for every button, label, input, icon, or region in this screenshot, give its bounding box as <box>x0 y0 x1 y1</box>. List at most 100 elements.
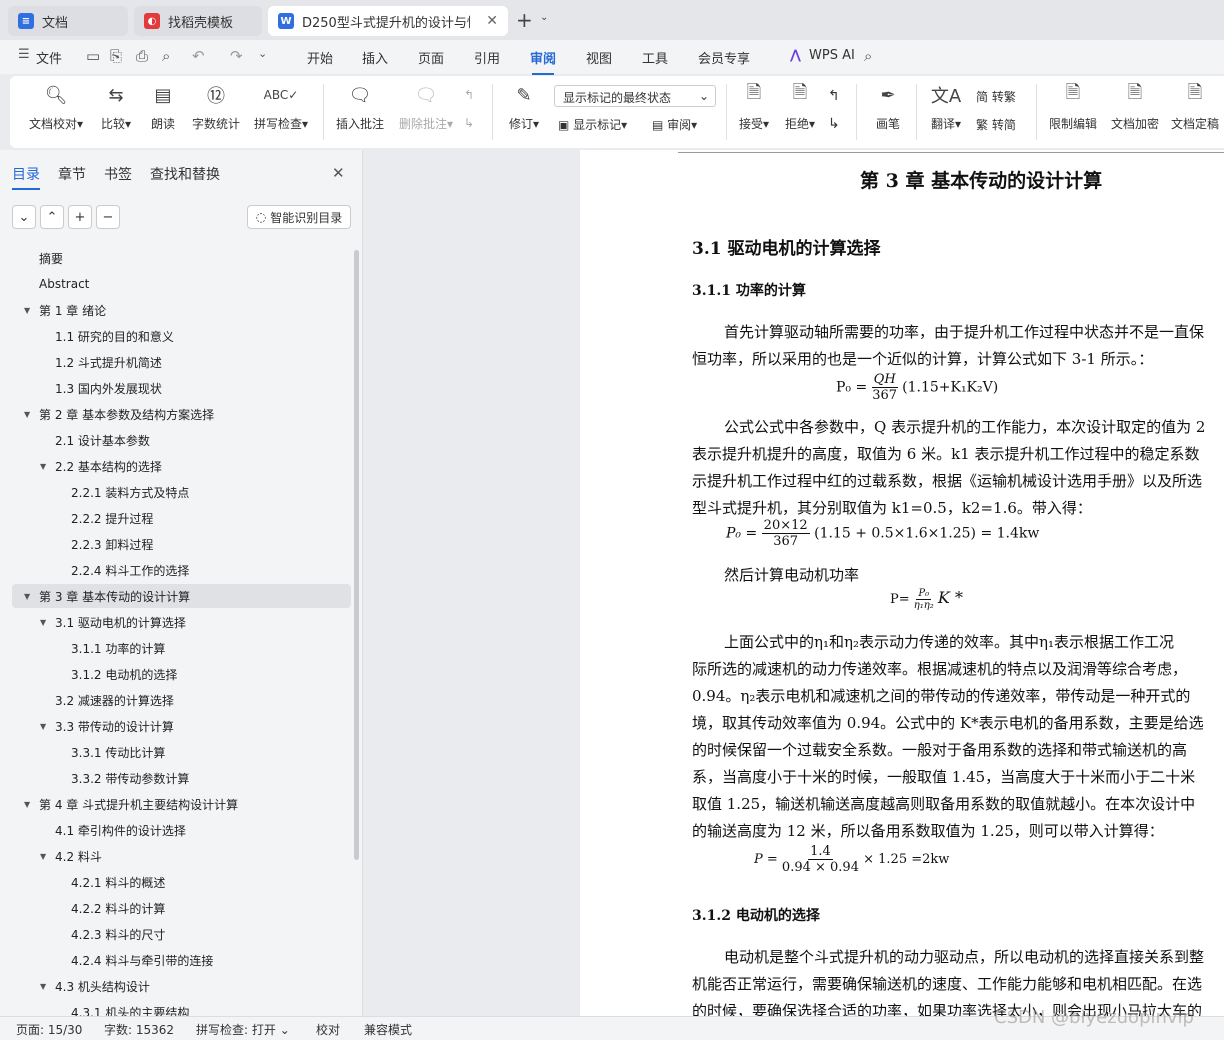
smart-toc-button[interactable]: ◌ 智能识别目录 <box>247 205 351 229</box>
tab-find-replace[interactable]: 查找和替换 <box>150 164 220 184</box>
read-aloud-button[interactable]: ▤ 朗读 <box>146 82 180 132</box>
save-icon[interactable]: ▭ <box>86 47 100 65</box>
tab-daoke[interactable]: ◐ 找稻壳模板 <box>134 6 262 36</box>
delete-comment-button[interactable]: 🗨︎ 删除批注▾ <box>396 82 456 132</box>
toc-item[interactable]: 3.1.2 电动机的选择 <box>0 662 352 686</box>
expand-up-button[interactable]: ⌃ <box>40 205 64 229</box>
menu-wps-ai[interactable]: WPS AI <box>809 48 855 63</box>
translate-button[interactable]: 文A 翻译▾ <box>926 82 966 132</box>
finalize-button[interactable]: 🗎 文档定稿 <box>1168 82 1222 132</box>
encrypt-button[interactable]: 🗎 文档加密 <box>1108 82 1162 132</box>
next-comment-icon[interactable]: ↳ <box>464 116 474 130</box>
page-indicator[interactable]: 页面: 15/30 <box>16 1021 82 1038</box>
toc-item[interactable]: 4.2.4 料斗与牵引带的连接 <box>0 948 352 972</box>
word-count[interactable]: 字数: 15362 <box>104 1021 174 1038</box>
to-simplified-button[interactable]: 繁 转简 <box>976 116 1016 133</box>
reject-button[interactable]: 🗎 拒绝▾ <box>780 82 820 132</box>
redo-icon[interactable]: ↷ <box>230 47 243 65</box>
toc-item[interactable]: 4.2.2 料斗的计算 <box>0 896 352 920</box>
menu-member[interactable]: 会员专享 <box>698 48 750 67</box>
close-icon[interactable]: ✕ <box>332 164 345 182</box>
undo-icon[interactable]: ↶ <box>192 47 205 65</box>
toc-item[interactable]: ▼ 第 1 章 绪论 <box>0 298 352 322</box>
remove-heading-button[interactable]: − <box>96 205 120 229</box>
document-page[interactable]: 第 3 章 基本传动的设计计算 3.1 驱动电机的计算选择 3.1.1 功率的计… <box>580 150 1224 1016</box>
expand-triangle-icon[interactable]: ▼ <box>40 982 50 991</box>
menu-view[interactable]: 视图 <box>586 48 612 67</box>
compare-button[interactable]: ⇆ 比较▾ <box>96 82 136 132</box>
menu-page[interactable]: 页面 <box>418 48 444 67</box>
toc-item[interactable]: 4.1 牵引构件的设计选择 <box>0 818 352 842</box>
tab-bookmarks[interactable]: 书签 <box>104 164 132 184</box>
toc-item[interactable]: Abstract <box>0 272 352 296</box>
prev-comment-icon[interactable]: ↰ <box>464 88 474 102</box>
search-icon[interactable]: ⌕ <box>864 47 872 65</box>
tab-list-chevron-icon[interactable]: ⌄ <box>540 12 548 23</box>
toc-item[interactable]: ▼ 2.2 基本结构的选择 <box>0 454 352 478</box>
menu-tools[interactable]: 工具 <box>642 48 668 67</box>
track-changes-button[interactable]: ✎ 修订▾ <box>504 82 544 132</box>
proofread-status[interactable]: 校对 <box>316 1021 340 1038</box>
toc-item[interactable]: 摘要 <box>0 246 352 270</box>
tab-toc[interactable]: 目录 <box>12 164 40 190</box>
pen-button[interactable]: ✒ 画笔 <box>868 82 908 132</box>
word-count-button[interactable]: ⑫ 字数统计 <box>190 82 242 132</box>
toc-item[interactable]: 2.2.2 提升过程 <box>0 506 352 530</box>
toc-item[interactable]: 1.1 研究的目的和意义 <box>0 324 352 348</box>
toc-item[interactable]: ▼ 第 3 章 基本传动的设计计算 <box>12 584 351 608</box>
toc-item[interactable]: 1.2 斗式提升机简述 <box>0 350 352 374</box>
menu-review[interactable]: 审阅 <box>530 48 556 75</box>
toc-item[interactable]: ▼ 4.2 料斗 <box>0 844 352 868</box>
menu-reference[interactable]: 引用 <box>474 48 500 67</box>
toc-item[interactable]: ▼ 3.1 驱动电机的计算选择 <box>0 610 352 634</box>
spell-check-status[interactable]: 拼写检查: 打开 ⌄ <box>196 1021 290 1038</box>
toc-item[interactable]: 1.3 国内外发展现状 <box>0 376 352 400</box>
expand-triangle-icon[interactable]: ▼ <box>24 800 34 809</box>
print-icon[interactable]: ⎙ <box>136 47 148 65</box>
review-pane-button[interactable]: ▤ 审阅▾ <box>652 116 697 133</box>
expand-triangle-icon[interactable]: ▼ <box>24 410 34 419</box>
toc-item[interactable]: 4.2.3 料斗的尺寸 <box>0 922 352 946</box>
expand-triangle-icon[interactable]: ▼ <box>40 618 50 627</box>
menu-start[interactable]: 开始 <box>307 48 333 67</box>
toc-item[interactable]: 3.1.1 功率的计算 <box>0 636 352 660</box>
close-tab-icon[interactable]: ✕ <box>486 13 498 29</box>
preview-icon[interactable]: ⌕ <box>162 47 170 65</box>
export-icon[interactable]: ⎘ <box>110 47 122 65</box>
expand-triangle-icon[interactable]: ▼ <box>24 592 34 601</box>
scrollbar[interactable] <box>354 250 359 860</box>
accept-button[interactable]: 🗎 接受▾ <box>734 82 774 132</box>
to-traditional-button[interactable]: 简 转繁 <box>976 88 1016 105</box>
toc-item[interactable]: ▼ 3.3 带传动的设计计算 <box>0 714 352 738</box>
tab-docs[interactable]: ≡ 文档 <box>8 6 128 36</box>
toc-item[interactable]: 2.2.1 装料方式及特点 <box>0 480 352 504</box>
restrict-edit-button[interactable]: 🗎 限制编辑 <box>1046 82 1100 132</box>
menu-insert[interactable]: 插入 <box>362 48 388 67</box>
toc-item[interactable]: 2.2.3 卸料过程 <box>0 532 352 556</box>
expand-triangle-icon[interactable]: ▼ <box>40 852 50 861</box>
tab-document[interactable]: W D250型斗式提升机的设计与性 ✕ <box>268 6 508 36</box>
add-heading-button[interactable]: + <box>68 205 92 229</box>
show-marks-button[interactable]: ▣ 显示标记▾ <box>558 116 627 133</box>
new-tab-icon[interactable]: + <box>516 8 533 32</box>
spell-check-button[interactable]: ABC✓ 拼写检查▾ <box>250 82 312 132</box>
expand-triangle-icon[interactable]: ▼ <box>40 462 50 471</box>
proofread-button[interactable]: 🔍︎ 文档校对▾ <box>24 82 88 132</box>
tab-chapters[interactable]: 章节 <box>58 164 86 184</box>
toc-item[interactable]: 4.2.1 料斗的概述 <box>0 870 352 894</box>
menu-file[interactable]: 文件 <box>36 48 62 67</box>
toc-item[interactable]: ▼ 4.3 机头结构设计 <box>0 974 352 998</box>
insert-comment-button[interactable]: 🗨︎ 插入批注 <box>334 82 386 132</box>
toc-item[interactable]: 3.3.2 带传动参数计算 <box>0 766 352 790</box>
prev-change-icon[interactable]: ↰ <box>828 88 840 104</box>
expand-triangle-icon[interactable]: ▼ <box>40 722 50 731</box>
toc-item[interactable]: 3.3.1 传动比计算 <box>0 740 352 764</box>
toc-item[interactable]: 2.1 设计基本参数 <box>0 428 352 452</box>
next-change-icon[interactable]: ↳ <box>828 116 840 132</box>
markup-state-select[interactable]: 显示标记的最终状态 ⌄ <box>554 85 716 107</box>
toc-item[interactable]: ▼ 第 4 章 斗式提升机主要结构设计计算 <box>0 792 352 816</box>
more-chevron-icon[interactable]: ⌄ <box>258 47 267 60</box>
collapse-all-button[interactable]: ⌄ <box>12 205 36 229</box>
toc-item[interactable]: ▼ 第 2 章 基本参数及结构方案选择 <box>0 402 352 426</box>
hamburger-icon[interactable]: ☰ <box>18 47 30 62</box>
